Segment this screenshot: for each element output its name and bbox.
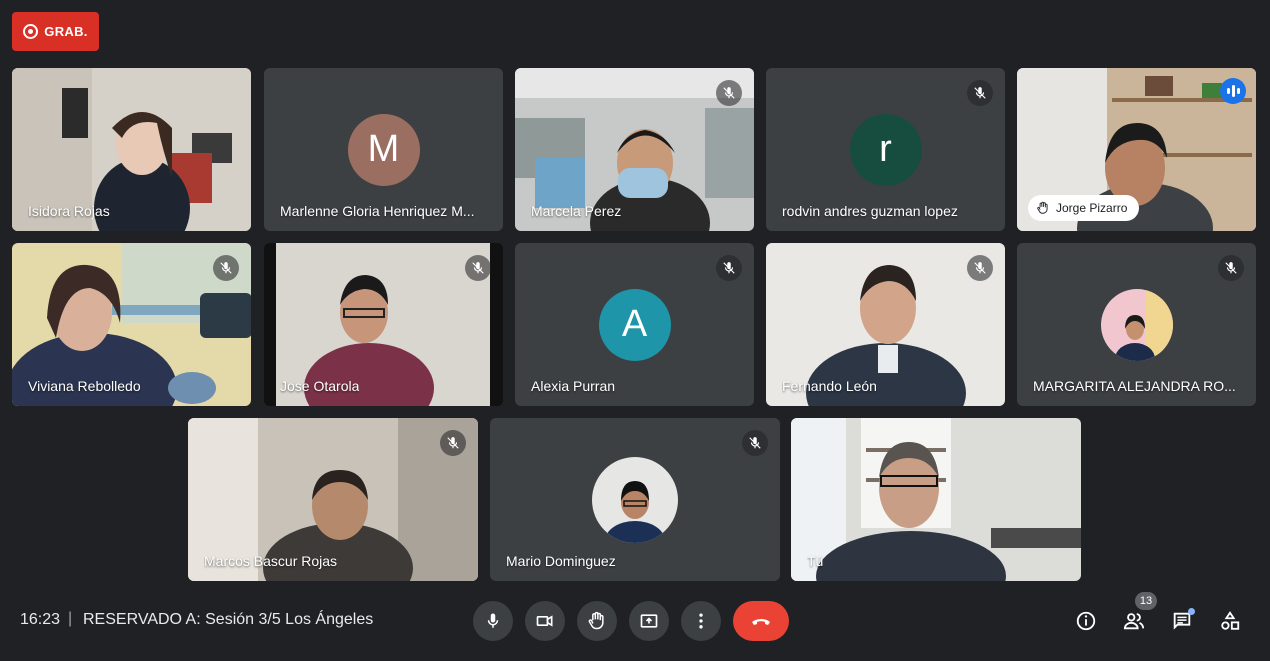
unread-indicator (1188, 608, 1195, 615)
participant-name: Tú (807, 553, 824, 569)
raised-hand-chip: Jorge Pizarro (1028, 195, 1140, 221)
people-icon (1123, 613, 1145, 630)
participant-name: Mario Dominguez (506, 553, 616, 569)
participant-tile[interactable]: MARGARITA ALEJANDRA RO... (1017, 243, 1256, 406)
hang-up-icon (752, 619, 770, 625)
more-vert-icon (699, 613, 703, 629)
mic-icon (487, 613, 499, 628)
present-icon (640, 614, 658, 628)
participant-name: Marlenne Gloria Henriquez M... (280, 203, 475, 219)
recording-badge[interactable]: GRAB. (12, 12, 99, 51)
participant-tile-self[interactable]: Tú (791, 418, 1081, 581)
participant-tile[interactable]: Marcela Perez (515, 68, 754, 231)
mic-off-icon (967, 255, 993, 281)
participant-name: Jorge Pizarro (1056, 201, 1128, 215)
leave-call-button[interactable] (733, 601, 789, 641)
participant-tile[interactable]: M Marlenne Gloria Henriquez M... (264, 68, 503, 231)
recording-label: GRAB. (44, 24, 88, 39)
record-icon (23, 24, 39, 39)
participant-tile[interactable]: r rodvin andres guzman lopez (766, 68, 1005, 231)
participant-tile[interactable]: Fernando León (766, 243, 1005, 406)
avatar: r (849, 113, 922, 186)
participant-name: Fernando León (782, 378, 877, 394)
participant-tile[interactable]: Isidora Rojas (12, 68, 251, 231)
mic-off-icon (716, 255, 742, 281)
camera-icon (536, 615, 553, 627)
participant-tile[interactable]: A Alexia Purran (515, 243, 754, 406)
participant-name: Viviana Rebolledo (28, 378, 141, 394)
divider: | (68, 610, 73, 627)
meeting-title: RESERVADO A: Sesión 3/5 Los Ángeles (83, 611, 374, 628)
meeting-details-button[interactable] (1069, 604, 1103, 638)
speaking-indicator-icon (1220, 78, 1246, 104)
hand-icon (1037, 201, 1048, 214)
present-screen-button[interactable] (629, 601, 669, 641)
avatar-image (592, 456, 678, 543)
participant-name: Marcela Perez (531, 203, 622, 219)
participant-count-badge: 13 (1135, 592, 1157, 610)
mic-off-icon (742, 430, 768, 456)
participant-name: MARGARITA ALEJANDRA RO... (1033, 378, 1236, 394)
participant-name: Jose Otarola (280, 378, 360, 394)
microphone-button[interactable] (473, 601, 513, 641)
participant-tile[interactable]: Marcos Bascur Rojas (188, 418, 478, 581)
clock: 16:23 (20, 611, 61, 628)
mic-off-icon (213, 255, 239, 281)
avatar-photo (592, 456, 678, 543)
participant-tile-active-speaker[interactable]: Jorge Pizarro (1017, 68, 1256, 231)
mic-off-icon (967, 80, 993, 106)
camera-button[interactable] (525, 601, 565, 641)
participant-tile[interactable]: Viviana Rebolledo (12, 243, 251, 406)
mic-off-icon (1218, 255, 1244, 281)
participant-name: rodvin andres guzman lopez (782, 203, 958, 219)
activities-button[interactable] (1213, 604, 1247, 638)
mic-off-icon (465, 255, 491, 281)
video-feed (791, 418, 1081, 581)
avatar: M (347, 113, 420, 186)
participant-name: Isidora Rojas (28, 203, 110, 219)
avatar: A (598, 288, 671, 361)
chat-button[interactable] (1165, 604, 1199, 638)
raise-hand-button[interactable] (577, 601, 617, 641)
bottom-toolbar: 16:23 | RESERVADO A: Sesión 3/5 Los Ánge… (0, 590, 1270, 651)
more-options-button[interactable] (681, 601, 721, 641)
participant-name: Marcos Bascur Rojas (204, 553, 338, 569)
info-icon (1076, 611, 1096, 631)
mic-off-icon (440, 430, 466, 456)
shapes-icon (1221, 611, 1240, 630)
hand-icon (588, 611, 604, 630)
participant-tile[interactable]: Mario Dominguez (490, 418, 780, 581)
participant-name: Alexia Purran (531, 378, 616, 394)
participant-tile[interactable]: Jose Otarola (264, 243, 503, 406)
mic-off-icon (716, 80, 742, 106)
avatar-photo (1100, 288, 1173, 361)
avatar-image (1100, 288, 1173, 361)
participants-button[interactable]: 13 (1117, 592, 1157, 638)
